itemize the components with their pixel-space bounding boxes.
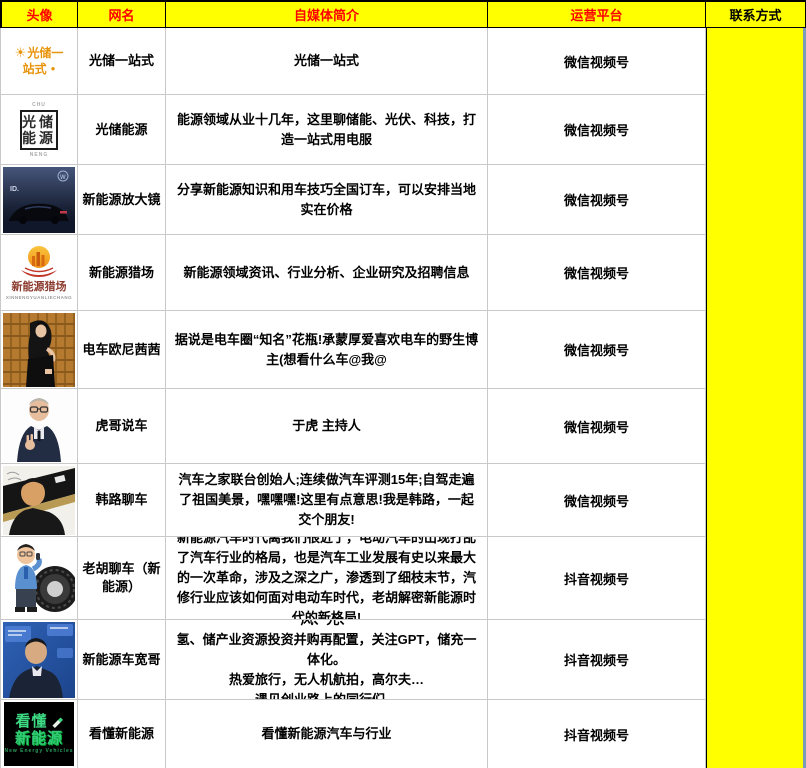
intro-cell[interactable]: 汽车之家联台创始人;连续做汽车评测15年;自驾走遍了祖国美景，嘿嘿嘿!这里有点意… — [166, 464, 488, 536]
intro-cell[interactable]: 看懂新能源汽车与行业 — [166, 700, 488, 768]
avatar-cell[interactable]: CHU 光储能源 NENG — [0, 95, 78, 164]
table-header-row: 头像 网名 自媒体简介 运营平台 联系方式 — [0, 0, 806, 28]
intro-cell[interactable]: 光储一站式 — [166, 28, 488, 94]
man-polo-photo-icon — [3, 466, 75, 535]
name-cell[interactable]: 新能源放大镜 — [78, 165, 166, 234]
avatar-cell[interactable] — [0, 464, 78, 536]
logo-text: 新能源猎场 — [11, 281, 66, 294]
woman-portrait-photo-icon — [3, 313, 75, 387]
platform-cell[interactable]: 微信视频号 — [488, 235, 706, 310]
man-suit-vsign-photo-icon — [3, 391, 75, 462]
seal-square-logo-icon: CHU 光储能源 NENG — [20, 102, 58, 158]
avatar-cell[interactable]: 新能源猎场 XINNENGYUANLIECHANG — [0, 235, 78, 310]
logo-text: 光储一 — [27, 46, 63, 60]
logo-tiny-text: NENG — [30, 152, 48, 158]
avatar-cell[interactable] — [0, 620, 78, 699]
logo-tiny-text: XINNENGYUANLIECHANG — [6, 294, 72, 301]
logo-text: 站式 — [23, 62, 47, 76]
sun-city-hands-logo-icon: 新能源猎场 XINNENGYUANLIECHANG — [6, 244, 72, 301]
sun-text-logo-icon: ☀光储一 站式 ● — [15, 45, 64, 77]
sun-icon: ☀ — [15, 45, 27, 60]
avatar-cell[interactable]: 看懂 新能源 New Energy Vehicles — [0, 700, 78, 768]
dot-icon: ● — [51, 64, 56, 73]
table-row: 新能源车宽哥 新能源产业CEO，专注于新能源汽车，固态电池，风、光、 氢、储产业… — [0, 620, 706, 700]
avatar-cell[interactable] — [0, 389, 78, 463]
header-name[interactable]: 网名 — [78, 2, 166, 28]
avatar-cell[interactable]: W ID. — [0, 165, 78, 234]
logo-text: 新能源 — [15, 730, 63, 747]
logo-tiny-text: CHU — [32, 102, 46, 108]
platform-cell[interactable]: 微信视频号 — [488, 389, 706, 463]
header-contact[interactable]: 联系方式 — [706, 2, 806, 28]
intro-cell[interactable]: 分享新能源知识和用车技巧全国订车，可以安排当地实在价格 — [166, 165, 488, 234]
contact-merged-cell[interactable] — [706, 28, 806, 768]
name-cell[interactable]: 新能源车宽哥 — [78, 620, 166, 699]
avatar-cell[interactable]: ☀光储一 站式 ● — [0, 28, 78, 94]
man-conference-photo-icon — [3, 622, 75, 698]
name-cell[interactable]: 光储一站式 — [78, 28, 166, 94]
platform-cell[interactable]: 抖音视频号 — [488, 620, 706, 699]
name-cell[interactable]: 看懂新能源 — [78, 700, 166, 768]
black-green-logo-icon: 看懂 新能源 New Energy Vehicles — [4, 702, 74, 766]
intro-cell[interactable]: 据说是电车圈“知名”花瓶!承蒙厚爱喜欢电车的野生博主(想看什么车@我@ — [166, 311, 488, 388]
name-cell[interactable]: 老胡聊车（新能源） — [78, 537, 166, 619]
table-row: 新能源猎场 XINNENGYUANLIECHANG 新能源猎场 新能源领域资讯、… — [0, 235, 706, 311]
intro-cell[interactable]: 能源领域从业十几年，这里聊储能、光伏、科技，打造一站式用电服 — [166, 95, 488, 164]
avatar-cell[interactable] — [0, 537, 78, 619]
table-row: 虎哥说车 于虎 主持人 微信视频号 — [0, 389, 706, 464]
logo-text: 看懂 — [15, 713, 47, 730]
intro-cell[interactable]: 新能源产业CEO，专注于新能源汽车，固态电池，风、光、 氢、储产业资源投资并购再… — [166, 620, 488, 699]
table-row: CHU 光储能源 NENG 光储能源 能源领域从业十几年，这里聊储能、光伏、科技… — [0, 95, 706, 165]
intro-cell[interactable]: 于虎 主持人 — [166, 389, 488, 463]
table-row: 电车欧尼茜茜 据说是电车圈“知名”花瓶!承蒙厚爱喜欢电车的野生博主(想看什么车@… — [0, 311, 706, 389]
platform-cell[interactable]: 抖音视频号 — [488, 700, 706, 768]
table-row: W ID. 新能源放大镜 分享新能源知识和用车技巧全国订车，可以安排当地实在价格… — [0, 165, 706, 235]
header-avatar[interactable]: 头像 — [0, 2, 78, 28]
pencil-icon — [50, 715, 63, 728]
table-row: 韩路聊车 汽车之家联台创始人;连续做汽车评测15年;自驾走遍了祖国美景，嘿嘿嘿!… — [0, 464, 706, 537]
platform-cell[interactable]: 微信视频号 — [488, 95, 706, 164]
name-cell[interactable]: 新能源猎场 — [78, 235, 166, 310]
header-intro[interactable]: 自媒体简介 — [166, 2, 488, 28]
platform-cell[interactable]: 微信视频号 — [488, 464, 706, 536]
name-cell[interactable]: 电车欧尼茜茜 — [78, 311, 166, 388]
logo-tiny-text: New Energy Vehicles — [4, 747, 73, 755]
name-cell[interactable]: 光储能源 — [78, 95, 166, 164]
name-cell[interactable]: 韩路聊车 — [78, 464, 166, 536]
id-badge-text: ID. — [10, 186, 19, 193]
platform-cell[interactable]: 微信视频号 — [488, 165, 706, 234]
intro-cell[interactable]: 新能源领域资讯、行业分析、企业研究及招聘信息 — [166, 235, 488, 310]
avatar-cell[interactable] — [0, 311, 78, 388]
platform-cell[interactable]: 抖音视频号 — [488, 537, 706, 619]
cartoon-man-tire-icon — [3, 539, 75, 618]
platform-cell[interactable]: 微信视频号 — [488, 28, 706, 94]
table-row: 老胡聊车（新能源） 新能源汽车时代离我们很近了，电动汽车的出现打乱了汽车行业的格… — [0, 537, 706, 620]
night-car-photo-icon: W ID. — [3, 167, 75, 233]
platform-cell[interactable]: 微信视频号 — [488, 311, 706, 388]
header-platform[interactable]: 运营平台 — [488, 2, 706, 28]
logo-text: 光储能源 — [20, 110, 58, 150]
sun-buildings-hands-icon — [17, 244, 61, 280]
svg-text:W: W — [60, 175, 66, 181]
media-accounts-table: 头像 网名 自媒体简介 运营平台 联系方式 ☀光储一 站式 ● 光储一站式 光储一… — [0, 0, 806, 768]
intro-cell[interactable]: 新能源汽车时代离我们很近了，电动汽车的出现打乱了汽车行业的格局，也是汽车工业发展… — [166, 537, 488, 619]
name-cell[interactable]: 虎哥说车 — [78, 389, 166, 463]
table-row: 看懂 新能源 New Energy Vehicles 看懂新能源 看懂新能源汽车… — [0, 700, 706, 768]
table-row: ☀光储一 站式 ● 光储一站式 光储一站式 微信视频号 — [0, 28, 706, 95]
